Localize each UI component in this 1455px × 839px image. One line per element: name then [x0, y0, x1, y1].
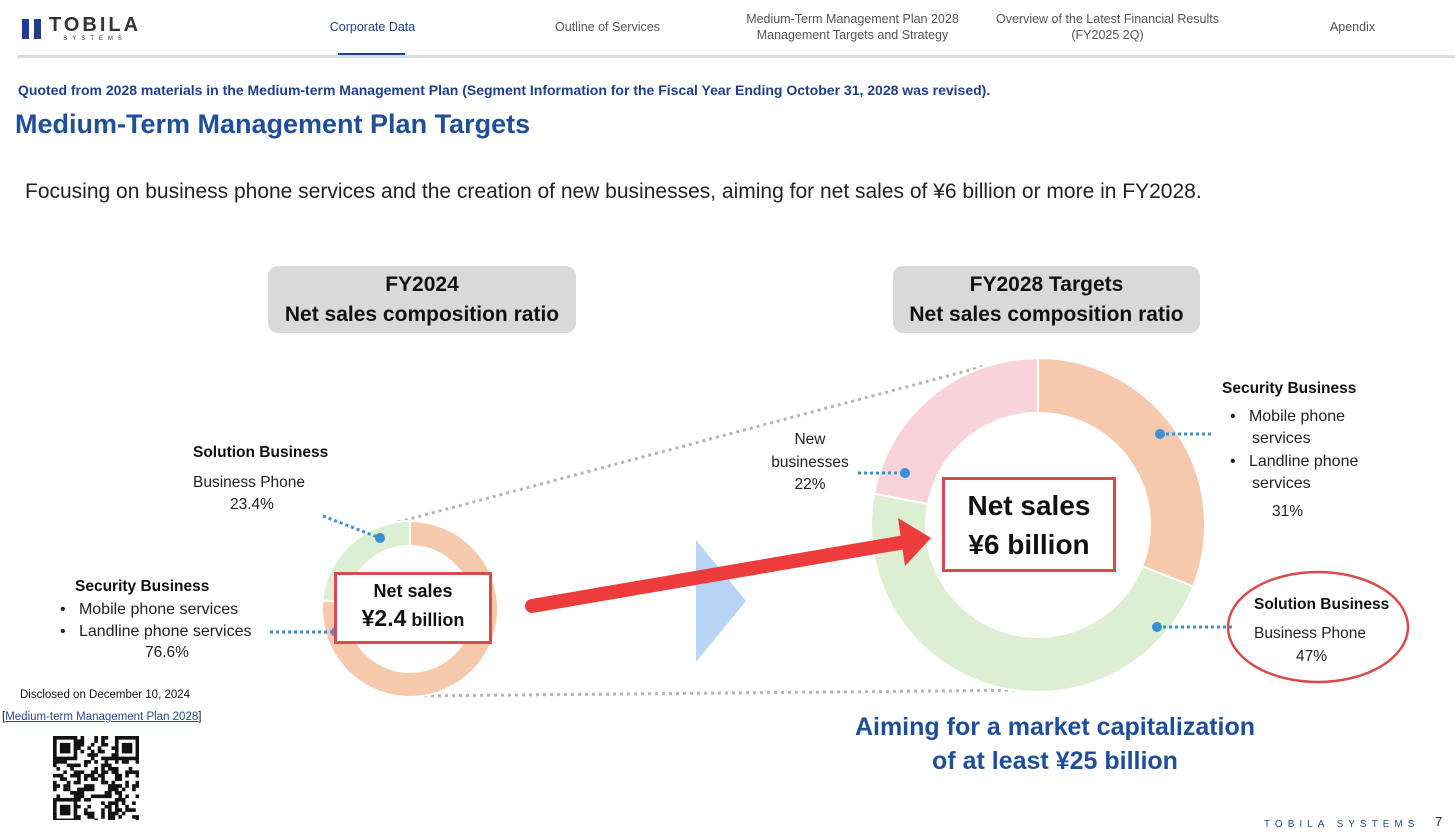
fy2028-net-sales-value: ¥6 billion: [968, 529, 1090, 560]
page-number: 7: [1435, 814, 1443, 829]
fy2024-net-sales-label: Net sales: [373, 581, 453, 601]
market-cap-goal: Aiming for a market capitalization of at…: [830, 710, 1280, 778]
fy2028-newbiz-line2: businesses: [771, 454, 849, 471]
qr-code[interactable]: [53, 736, 139, 820]
fy2024-security-pct: 76.6%: [145, 644, 189, 661]
marker-security-2028: [1155, 429, 1165, 439]
fy2024-solution-pct: 23.4%: [230, 496, 274, 513]
fy2028-solution-pct: 47%: [1296, 648, 1328, 665]
plan-link-wrapper: [Medium-term Management Plan 2028]: [2, 711, 202, 723]
fy2024-security-title: Security Business: [75, 578, 210, 595]
fy2028-solution-item: Business Phone: [1254, 625, 1367, 642]
fy2024-security-item-2: • Landline phone services: [60, 623, 252, 640]
marker-solution-2028: [1152, 622, 1162, 632]
fy2028-security-item-2a: • Landline phone: [1230, 453, 1359, 470]
market-cap-line-1: Aiming for a market capitalization: [854, 713, 1256, 741]
footer-brand: TOBILA SYSTEMS: [1264, 819, 1420, 830]
fy2028-net-sales-box: Net sales ¥6 billion: [942, 477, 1116, 572]
fy2028-newbiz-line1: New: [794, 431, 826, 448]
fy2028-security-item-1b: services: [1252, 430, 1311, 447]
expansion-line-bottom: [409, 688, 1041, 698]
fy2024-net-sales-value: ¥2.4: [361, 605, 407, 631]
fy2024-net-sales-unit: billion: [406, 610, 465, 630]
disclosed-date: Disclosed on December 10, 2024: [20, 689, 191, 701]
fy2028-security-item-1a: • Mobile phone: [1230, 408, 1346, 425]
fy2024-security-item-1: • Mobile phone services: [60, 601, 239, 618]
fy2024-net-sales-box: Net sales ¥2.4 billion: [334, 572, 492, 644]
marker-newbiz-2028: [900, 468, 910, 478]
fy2024-solution-item: Business Phone: [193, 474, 306, 491]
fy2028-security-pct: 31%: [1272, 503, 1304, 520]
fy2024-solution-title: Solution Business: [193, 444, 329, 461]
market-cap-line-2: of at least ¥25 billion: [932, 747, 1178, 775]
fy2028-solution-title: Solution Business: [1254, 596, 1390, 613]
fy2028-security-title: Security Business: [1222, 380, 1357, 397]
plan-link[interactable]: Medium-term Management Plan 2028: [5, 711, 198, 723]
fy2028-security-item-2b: services: [1252, 475, 1311, 492]
fy2028-net-sales-label: Net sales: [967, 490, 1091, 521]
fy2028-newbiz-pct: 22%: [794, 476, 826, 493]
marker-solution-2024: [375, 533, 385, 543]
chevron-right-icon: [696, 540, 746, 662]
